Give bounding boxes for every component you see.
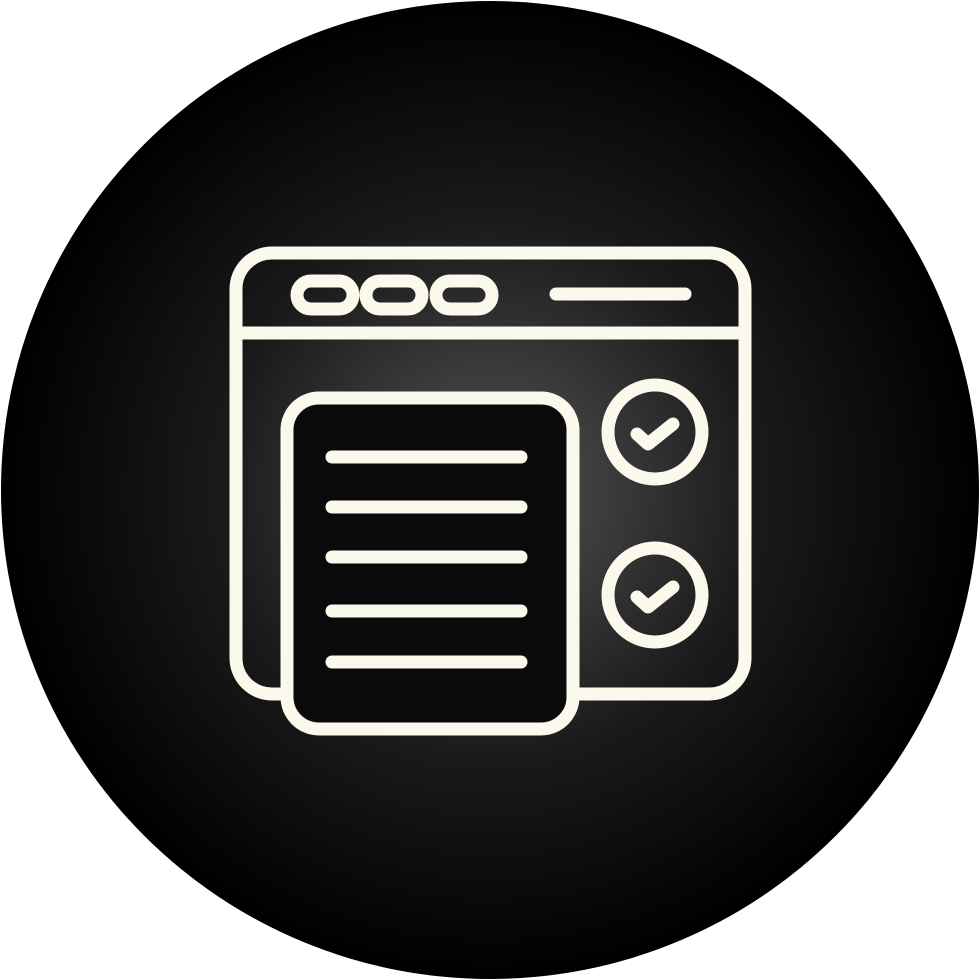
browser-checklist-icon — [1, 1, 979, 979]
icon-stage — [0, 0, 980, 980]
